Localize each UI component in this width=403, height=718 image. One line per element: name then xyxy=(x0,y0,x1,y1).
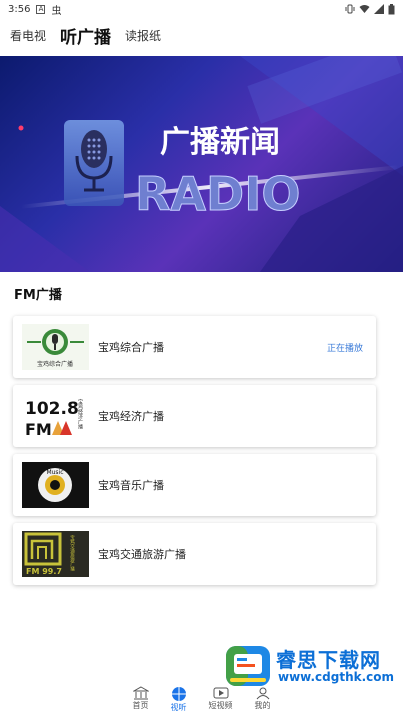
tab-watch-tv[interactable]: 看电视 xyxy=(10,27,46,44)
nav-home-label: 首页 xyxy=(132,701,149,710)
station-item[interactable]: 宝鸡综合广播 宝鸡综合广播 正在播放 xyxy=(13,316,376,378)
home-icon xyxy=(132,686,149,700)
station-name: 宝鸡综合广播 xyxy=(98,341,164,354)
top-tab-bar: 看电视 听广播 读报纸 xyxy=(0,20,403,50)
signal-icon xyxy=(374,4,384,14)
station-name: 宝鸡经济广播 xyxy=(98,410,164,423)
status-time: 3:56 xyxy=(8,3,31,15)
banner-title-en: RADIO xyxy=(135,167,300,221)
station-item[interactable]: FM 99.7 宝鸡交通旅游广播 宝鸡交通旅游广播 xyxy=(13,523,376,585)
svg-text:宝鸡经济广播: 宝鸡经济广播 xyxy=(77,398,83,430)
vibrate-icon xyxy=(345,4,355,14)
svg-text:Music: Music xyxy=(46,469,63,476)
watermark-url: www.cdgthk.com xyxy=(278,670,395,684)
station-logo-jingji: 102.8 FM 宝鸡经济广播 xyxy=(22,393,89,439)
notification-a-icon: A xyxy=(36,4,46,14)
status-bar: 3:56 A 虫 xyxy=(0,0,403,18)
svg-text:FM 99.7: FM 99.7 xyxy=(26,567,62,576)
nav-audio-video[interactable]: 视听 xyxy=(171,686,187,718)
audio-video-icon xyxy=(171,687,186,701)
radio-banner[interactable]: 广播新闻 RADIO xyxy=(0,56,403,272)
watermark-logo-icon xyxy=(226,646,270,686)
station-name: 宝鸡交通旅游广播 xyxy=(98,548,186,561)
nav-audio-video-label: 视听 xyxy=(170,703,187,712)
station-item[interactable]: Music 宝鸡音乐广播 xyxy=(13,454,376,516)
station-logo-music: Music xyxy=(22,462,89,508)
station-item[interactable]: 102.8 FM 宝鸡经济广播 宝鸡经济广播 xyxy=(13,385,376,447)
station-list: 宝鸡综合广播 宝鸡综合广播 正在播放 102.8 FM 宝鸡经济广播 宝鸡经济广… xyxy=(13,316,376,592)
tab-listen-radio[interactable]: 听广播 xyxy=(60,23,111,48)
banner-title-cn: 广播新闻 xyxy=(160,125,280,160)
station-logo-jiaotong: FM 99.7 宝鸡交通旅游广播 xyxy=(22,531,89,577)
section-title: FM广播 xyxy=(14,288,62,303)
station-name: 宝鸡音乐广播 xyxy=(98,479,164,492)
svg-text:FM: FM xyxy=(25,420,52,439)
banner-graphic: 广播新闻 RADIO xyxy=(0,56,403,272)
watermark: 睿思下载网 www.cdgthk.com xyxy=(222,638,403,718)
watermark-title: 睿思下载网 xyxy=(276,648,381,672)
notification-bug-icon: 虫 xyxy=(51,5,62,17)
wifi-icon xyxy=(359,5,370,13)
battery-icon xyxy=(388,3,395,14)
now-playing-label: 正在播放 xyxy=(326,343,363,354)
svg-text:宝鸡综合广播: 宝鸡综合广播 xyxy=(37,360,73,368)
svg-text:宝鸡交通旅游广播: 宝鸡交通旅游广播 xyxy=(70,534,75,573)
station-logo-zonghe: 宝鸡综合广播 xyxy=(22,324,89,370)
svg-text:102.8: 102.8 xyxy=(25,399,79,419)
tab-read-newspaper[interactable]: 读报纸 xyxy=(125,27,161,44)
nav-home[interactable]: 首页 xyxy=(132,686,149,718)
